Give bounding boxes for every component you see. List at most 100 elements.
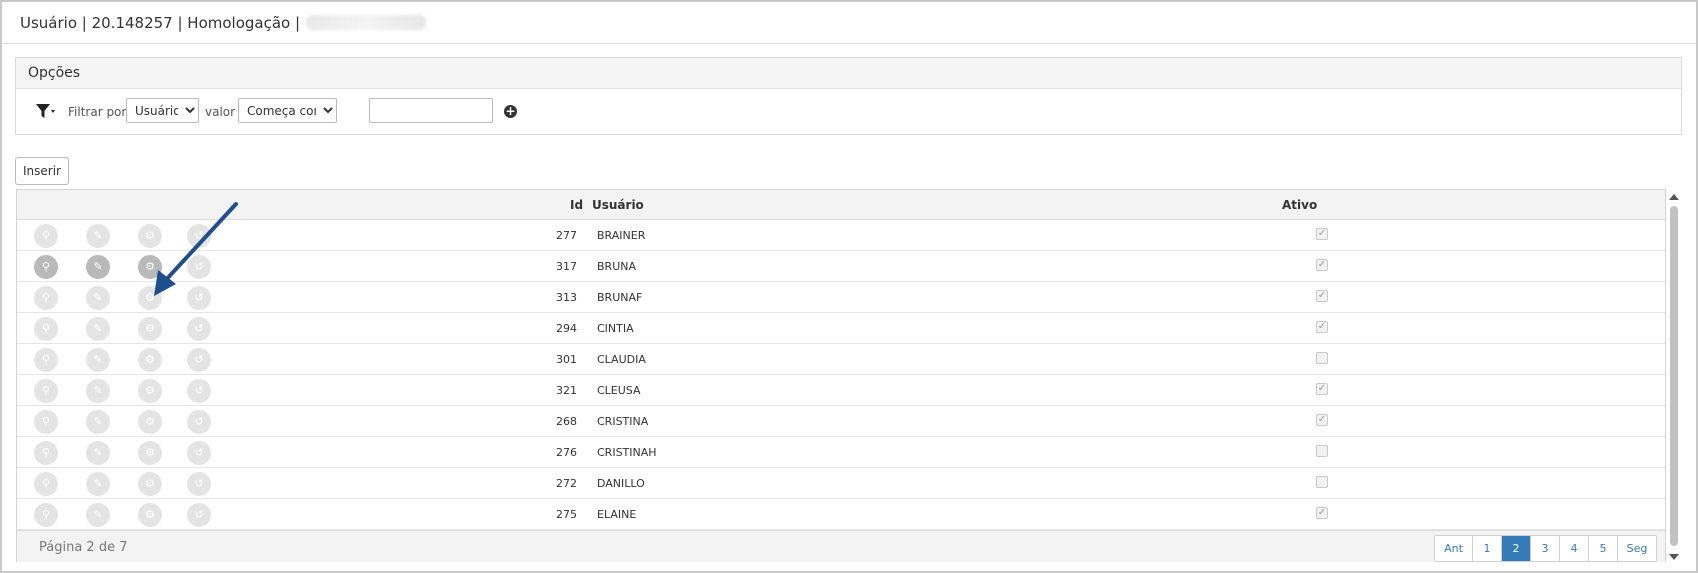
page-title: Usuário | 20.148257 | Homologação | — [20, 14, 427, 32]
filter-value-input[interactable] — [369, 98, 493, 123]
history-icon[interactable]: ↺ — [187, 348, 211, 372]
view-icon[interactable]: ⚲ — [34, 379, 58, 403]
cell-user: BRUNA — [597, 260, 636, 273]
cell-id: 275 — [556, 508, 577, 521]
pagination: Ant 1 2 3 4 5 Seg — [1434, 535, 1657, 562]
column-header-user[interactable]: Usuário — [592, 198, 644, 212]
scroll-down-icon[interactable] — [1669, 554, 1679, 560]
table-row[interactable]: ⚲ ✎ ⚙ ↺ 276 CRISTINAH — [17, 437, 1665, 468]
cell-user: CRISTINAH — [597, 446, 657, 459]
cell-user: DANILLO — [597, 477, 645, 490]
table-row[interactable]: ⚲ ✎ ⚙ ↺ 272 DANILLO — [17, 468, 1665, 499]
settings-icon[interactable]: ⚙ — [138, 441, 162, 465]
cell-id: 268 — [556, 415, 577, 428]
filter-by-label: Filtrar por — [68, 105, 127, 119]
view-icon[interactable]: ⚲ — [34, 348, 58, 372]
pager-page[interactable]: 5 — [1589, 536, 1618, 561]
vertical-scrollbar[interactable] — [1668, 192, 1680, 562]
cell-user: BRUNAF — [597, 291, 643, 304]
settings-icon[interactable]: ⚙ — [138, 379, 162, 403]
history-icon[interactable]: ↺ — [187, 441, 211, 465]
edit-icon[interactable]: ✎ — [86, 441, 110, 465]
options-heading: Opções — [16, 58, 1681, 89]
scroll-up-icon[interactable] — [1669, 194, 1679, 200]
settings-icon[interactable]: ⚙ — [138, 348, 162, 372]
pager-page[interactable]: 2 — [1502, 536, 1531, 561]
table-row[interactable]: ⚲ ✎ ⚙ ↺ 317 BRUNA ✓ — [17, 251, 1665, 282]
active-checkbox: ✓ — [1316, 228, 1328, 240]
cell-id: 313 — [556, 291, 577, 304]
edit-icon[interactable]: ✎ — [86, 224, 110, 248]
history-icon[interactable]: ↺ — [187, 503, 211, 527]
edit-icon[interactable]: ✎ — [86, 317, 110, 341]
table-row[interactable]: ⚲ ✎ ⚙ ↺ 321 CLEUSA ✓ — [17, 375, 1665, 406]
table-row[interactable]: ⚲ ✎ ⚙ ↺ 294 CINTIA ✓ — [17, 313, 1665, 344]
view-icon[interactable]: ⚲ — [34, 255, 58, 279]
view-icon[interactable]: ⚲ — [34, 472, 58, 496]
grid-header: Id Usuário Ativo — [17, 190, 1665, 220]
table-row[interactable]: ⚲ ✎ ⚙ ↺ 277 BRAINER ✓ — [17, 220, 1665, 251]
column-header-active[interactable]: Ativo — [1282, 198, 1317, 212]
add-filter-icon[interactable]: + — [504, 105, 517, 118]
users-grid: Id Usuário Ativo ⚲ ✎ ⚙ ↺ 277 BRAINER ✓ ⚲ ✎ ⚙ ↺ 317 B… — [16, 189, 1666, 562]
scroll-thumb[interactable] — [1670, 206, 1678, 546]
history-icon[interactable]: ↺ — [187, 317, 211, 341]
grid-footer: Página 2 de 7 Ant 1 2 3 4 5 Seg — [17, 530, 1665, 562]
cell-id: 317 — [556, 260, 577, 273]
cell-user: CINTIA — [597, 322, 634, 335]
active-checkbox: ✓ — [1316, 321, 1328, 333]
history-icon[interactable]: ↺ — [187, 410, 211, 434]
view-icon[interactable]: ⚲ — [34, 224, 58, 248]
settings-icon[interactable]: ⚙ — [138, 410, 162, 434]
value-label: valor — [205, 105, 236, 119]
filter-icon[interactable] — [34, 101, 58, 121]
cell-user: CLAUDIA — [597, 353, 646, 366]
active-checkbox — [1316, 445, 1328, 457]
pager-page[interactable]: 3 — [1531, 536, 1560, 561]
edit-icon[interactable]: ✎ — [86, 379, 110, 403]
active-checkbox: ✓ — [1316, 507, 1328, 519]
table-row[interactable]: ⚲ ✎ ⚙ ↺ 268 CRISTINA ✓ — [17, 406, 1665, 437]
table-row[interactable]: ⚲ ✎ ⚙ ↺ 313 BRUNAF ✓ — [17, 282, 1665, 313]
page-info: Página 2 de 7 — [39, 540, 128, 555]
column-header-id[interactable]: Id — [570, 198, 583, 212]
redacted-text — [306, 15, 427, 30]
operator-select[interactable]: Começa com — [238, 98, 337, 123]
edit-icon[interactable]: ✎ — [86, 472, 110, 496]
history-icon[interactable]: ↺ — [187, 379, 211, 403]
annotation-arrow-icon — [154, 202, 238, 296]
view-icon[interactable]: ⚲ — [34, 317, 58, 341]
edit-icon[interactable]: ✎ — [86, 255, 110, 279]
active-checkbox — [1316, 352, 1328, 364]
cell-id: 301 — [556, 353, 577, 366]
table-row[interactable]: ⚲ ✎ ⚙ ↺ 275 ELAINE ✓ — [17, 499, 1665, 530]
pager-next[interactable]: Seg — [1618, 536, 1656, 561]
edit-icon[interactable]: ✎ — [86, 410, 110, 434]
active-checkbox: ✓ — [1316, 383, 1328, 395]
edit-icon[interactable]: ✎ — [86, 348, 110, 372]
settings-icon[interactable]: ⚙ — [138, 472, 162, 496]
cell-user: CLEUSA — [597, 384, 641, 397]
view-icon[interactable]: ⚲ — [34, 286, 58, 310]
cell-user: CRISTINA — [597, 415, 649, 428]
title-bar: Usuário | 20.148257 | Homologação | — [2, 2, 1696, 44]
edit-icon[interactable]: ✎ — [86, 286, 110, 310]
insert-button[interactable]: Inserir — [15, 157, 69, 185]
pager-prev[interactable]: Ant — [1435, 536, 1473, 561]
pager-page[interactable]: 1 — [1473, 536, 1502, 561]
view-icon[interactable]: ⚲ — [34, 410, 58, 434]
active-checkbox: ✓ — [1316, 414, 1328, 426]
filter-field-select[interactable]: Usuário — [126, 98, 199, 123]
table-row[interactable]: ⚲ ✎ ⚙ ↺ 301 CLAUDIA — [17, 344, 1665, 375]
cell-id: 276 — [556, 446, 577, 459]
cell-id: 277 — [556, 229, 577, 242]
pager-page[interactable]: 4 — [1560, 536, 1589, 561]
history-icon[interactable]: ↺ — [187, 472, 211, 496]
options-panel: Opções Filtrar por Usuário valor Começa … — [15, 57, 1682, 135]
cell-user: ELAINE — [597, 508, 637, 521]
edit-icon[interactable]: ✎ — [86, 503, 110, 527]
settings-icon[interactable]: ⚙ — [138, 503, 162, 527]
view-icon[interactable]: ⚲ — [34, 441, 58, 465]
view-icon[interactable]: ⚲ — [34, 503, 58, 527]
settings-icon[interactable]: ⚙ — [138, 317, 162, 341]
